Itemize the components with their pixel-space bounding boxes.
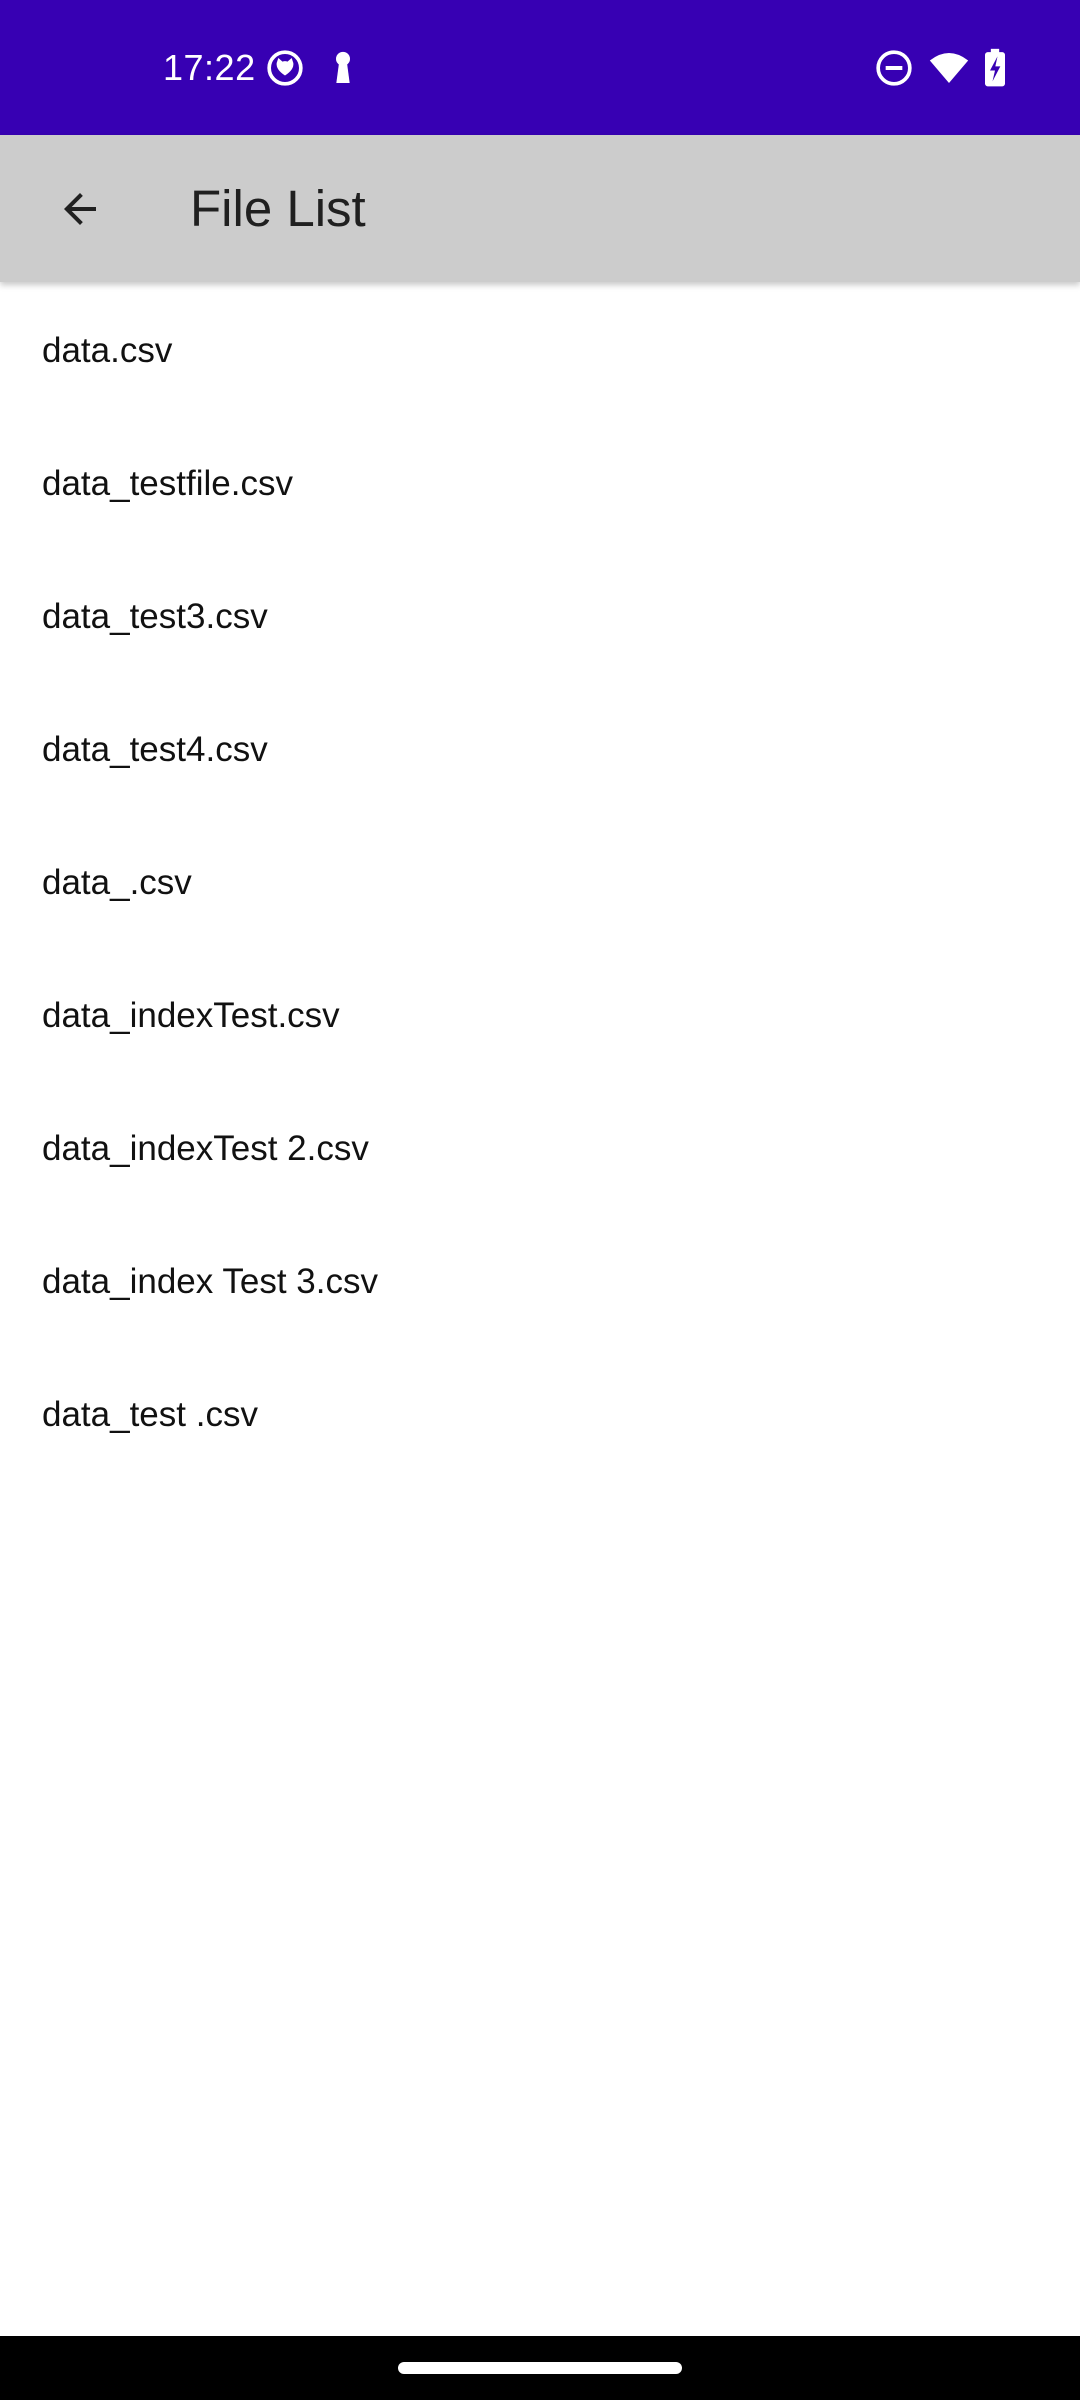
file-list-item[interactable]: data_test3.csv — [0, 550, 1080, 683]
cat-face-icon — [265, 48, 305, 88]
home-gesture-handle[interactable] — [398, 2362, 682, 2374]
app-bar: File List — [0, 135, 1080, 282]
navigation-bar — [0, 2336, 1080, 2400]
wifi-icon — [927, 48, 971, 88]
file-list-item[interactable]: data_testfile.csv — [0, 417, 1080, 550]
file-list-item[interactable]: data_indexTest.csv — [0, 949, 1080, 1082]
file-list-item[interactable]: data_test4.csv — [0, 683, 1080, 816]
file-list-item[interactable]: data.csv — [0, 284, 1080, 417]
file-list-item[interactable]: data_test .csv — [0, 1348, 1080, 1481]
battery-charging-icon — [980, 48, 1010, 88]
file-list: data.csv data_testfile.csv data_test3.cs… — [0, 284, 1080, 1481]
status-bar: 17:22 — [0, 0, 1080, 135]
back-button[interactable] — [34, 163, 126, 255]
status-time: 17:22 — [163, 47, 256, 88]
page-title: File List — [190, 180, 366, 237]
file-list-item[interactable]: data_indexTest 2.csv — [0, 1082, 1080, 1215]
file-list-item[interactable]: data_.csv — [0, 816, 1080, 949]
arrow-back-icon — [56, 185, 104, 233]
file-list-item[interactable]: data_index Test 3.csv — [0, 1215, 1080, 1348]
keyhole-icon — [323, 48, 363, 88]
do-not-disturb-icon — [874, 48, 914, 88]
